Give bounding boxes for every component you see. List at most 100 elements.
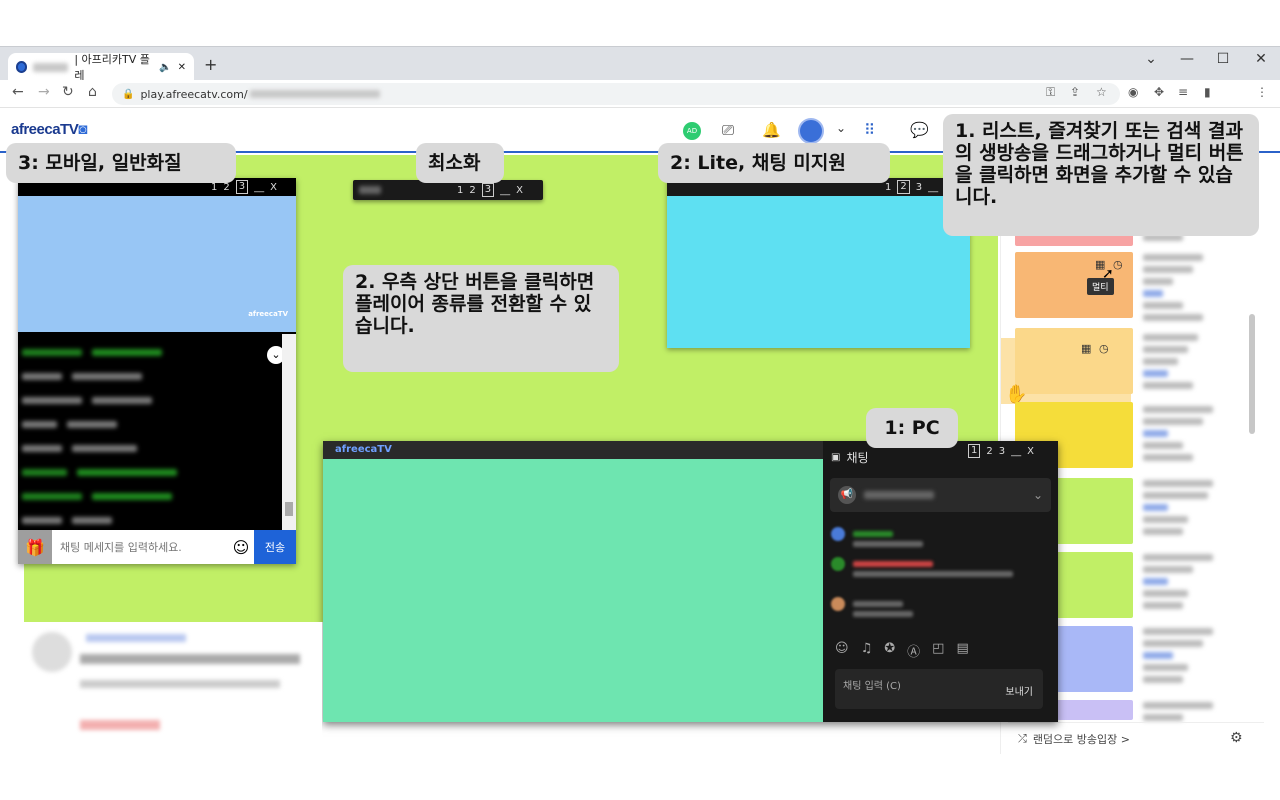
mobile-chat-list [18, 334, 282, 530]
chat-title: 채팅 [846, 451, 869, 465]
sticker-icon[interactable]: ◰ [932, 641, 944, 660]
ad-balloon-icon[interactable]: Ⓐ [907, 641, 920, 660]
blurred-live-info [1143, 334, 1213, 394]
player-type-1-button[interactable]: 1 [457, 185, 463, 196]
sidebar-scrollbar[interactable] [1249, 314, 1255, 434]
player-controls: 1 2 3 __ X [457, 183, 523, 197]
callout-list-tip: 1. 리스트, 즐겨찾기 또는 검색 결과의 생방송을 드래그하거나 멀티 버튼… [943, 114, 1259, 236]
blurred-live-info [1143, 406, 1223, 466]
random-entry-bar: ⤮ 랜덤으로 방송입장 > ⚙ [1008, 722, 1264, 754]
player-minimize-button[interactable]: __ [500, 185, 510, 196]
lite-player-window[interactable]: 1 2 3 __ X [667, 178, 970, 348]
player-type-3-button[interactable]: 3 [235, 180, 249, 194]
later-watch-icon[interactable]: ◷ [1099, 342, 1109, 355]
mobile-video-area[interactable]: afreecaTV [18, 196, 296, 332]
player-type-2-button[interactable]: 2 [897, 180, 910, 194]
send-button[interactable]: 전송 [254, 530, 296, 564]
player-close-button[interactable]: X [516, 185, 523, 196]
share-icon[interactable]: ⇪ [1070, 85, 1080, 99]
chat-bubble-icon[interactable]: 💬 [910, 121, 929, 139]
window-minimize-button[interactable]: — [1172, 51, 1202, 67]
media-control-icon[interactable]: ≡ [1178, 85, 1188, 99]
pc-video-area[interactable] [323, 459, 823, 722]
gift-icon[interactable]: 🎁 [18, 530, 52, 564]
player-type-1-button[interactable]: 1 [211, 182, 217, 193]
pc-player-window[interactable]: afreecaTV ▣ 채팅 1 2 3 __ X 📢 ⌄ ☺ ♫ ✪ Ⓐ ◰ … [323, 441, 1058, 722]
url-text: play.afreecatv.com/ [140, 87, 248, 101]
avatar[interactable] [798, 118, 824, 144]
blurred-text [80, 654, 300, 664]
minimized-player-window[interactable]: 1 2 3 __ X [353, 180, 543, 200]
new-tab-button[interactable]: + [204, 55, 217, 74]
blurred-text [86, 634, 186, 642]
player-minimize-button[interactable]: __ [1011, 446, 1021, 457]
player-close-button[interactable]: X [270, 182, 277, 193]
reload-icon[interactable]: ↻ [62, 84, 74, 100]
browser-menu-icon[interactable]: ⋮ [1256, 85, 1268, 99]
home-icon[interactable]: ⌂ [88, 84, 97, 100]
notification-bell-icon[interactable]: 🔔 [762, 121, 781, 139]
chat-line [22, 460, 278, 484]
close-tab-icon[interactable]: ✕ [178, 62, 186, 73]
player-minimize-button[interactable]: __ [928, 182, 938, 193]
extension-afreeca-icon[interactable]: ◉ [1128, 85, 1138, 99]
chevron-down-icon[interactable]: ⌄ [836, 121, 846, 135]
emoji-icon[interactable]: ☺ [228, 538, 254, 557]
player-type-3-button[interactable]: 3 [999, 446, 1005, 457]
chat-line [22, 412, 278, 436]
side-panel-icon[interactable]: ▮ [1204, 85, 1211, 99]
speaker-icon[interactable]: 🔈 [159, 62, 171, 73]
ad-balloon-icon[interactable]: AD [683, 122, 701, 140]
shuffle-icon: ⤮ [1018, 731, 1027, 745]
player-type-3-button[interactable]: 3 [916, 182, 922, 193]
player-type-2-button[interactable]: 2 [986, 446, 992, 457]
random-entry-link[interactable]: 랜덤으로 방송입장 > [1033, 731, 1130, 747]
chat-header: ▣ 채팅 [831, 449, 869, 466]
mobile-chat-input[interactable] [52, 540, 228, 554]
player-controls: 1 2 3 __ X [968, 444, 1034, 458]
gift-icon[interactable]: ▤ [956, 641, 968, 660]
player-type-1-button[interactable]: 1 [968, 444, 981, 458]
blurred-notice-text [864, 491, 934, 499]
window-close-button[interactable]: ✕ [1246, 51, 1276, 67]
player-type-1-button[interactable]: 1 [885, 182, 891, 193]
broadcast-camera-icon[interactable]: ⎚ [722, 121, 734, 139]
player-minimize-button[interactable]: __ [254, 182, 264, 193]
star-balloon-icon[interactable]: ✪ [884, 641, 895, 660]
chat-line [22, 436, 278, 460]
key-icon[interactable]: ⚿ [1046, 85, 1055, 100]
blurred-live-info [1143, 480, 1223, 540]
window-maximize-button[interactable]: ☐ [1208, 51, 1238, 67]
url-input[interactable]: 🔒 play.afreecatv.com/ [112, 83, 1120, 105]
callout-mobile: 3: 모바일, 일반화질 [6, 143, 236, 183]
player-type-2-button[interactable]: 2 [469, 185, 475, 196]
blurred-live-info [1143, 554, 1223, 614]
player-close-button[interactable]: X [1027, 446, 1034, 457]
emoji-icon[interactable]: ☺ [835, 641, 849, 660]
bookmark-star-icon[interactable]: ☆ [1096, 85, 1107, 99]
browser-tab-bar: | 아프리카TV 플레 🔈 ✕ + ⌄ — ☐ ✕ [0, 46, 1280, 82]
browser-tab[interactable]: | 아프리카TV 플레 🔈 ✕ [8, 53, 194, 82]
extensions-puzzle-icon[interactable]: ✥ [1154, 85, 1164, 99]
tab-search-icon[interactable]: ⌄ [1136, 51, 1166, 67]
bell-icon[interactable]: ♫ [861, 641, 873, 660]
pc-chat-input[interactable]: 채팅 입력 (C) [843, 677, 901, 692]
chat-scrollbar[interactable] [282, 334, 296, 530]
player-type-3-button[interactable]: 3 [481, 183, 495, 197]
settings-gear-icon[interactable]: ⚙ [1230, 730, 1243, 746]
mobile-player-window[interactable]: 1 2 3 __ X afreecaTV ⌄ 🎁 ☺ 전송 [18, 178, 296, 564]
chat-notice-dropdown[interactable]: 📢 ⌄ [830, 478, 1051, 512]
pc-chat-input-box[interactable]: 채팅 입력 (C) 보내기 [835, 669, 1043, 709]
send-button[interactable]: 보내기 [1005, 683, 1033, 698]
back-icon[interactable]: ← [12, 84, 24, 100]
player-type-2-button[interactable]: 2 [223, 182, 229, 193]
apps-grid-icon[interactable]: ⠿ [864, 121, 875, 139]
chat-line [22, 484, 278, 508]
mouse-cursor-icon: ➚ [1102, 266, 1114, 282]
afreecatv-logo[interactable]: afreecaTV◙ [11, 121, 87, 138]
chat-line [22, 388, 278, 412]
multi-add-icon[interactable]: ▦ [1081, 342, 1091, 355]
later-watch-icon[interactable]: ◷ [1113, 258, 1123, 271]
forward-icon[interactable]: → [38, 84, 50, 100]
chat-line [831, 557, 1051, 597]
